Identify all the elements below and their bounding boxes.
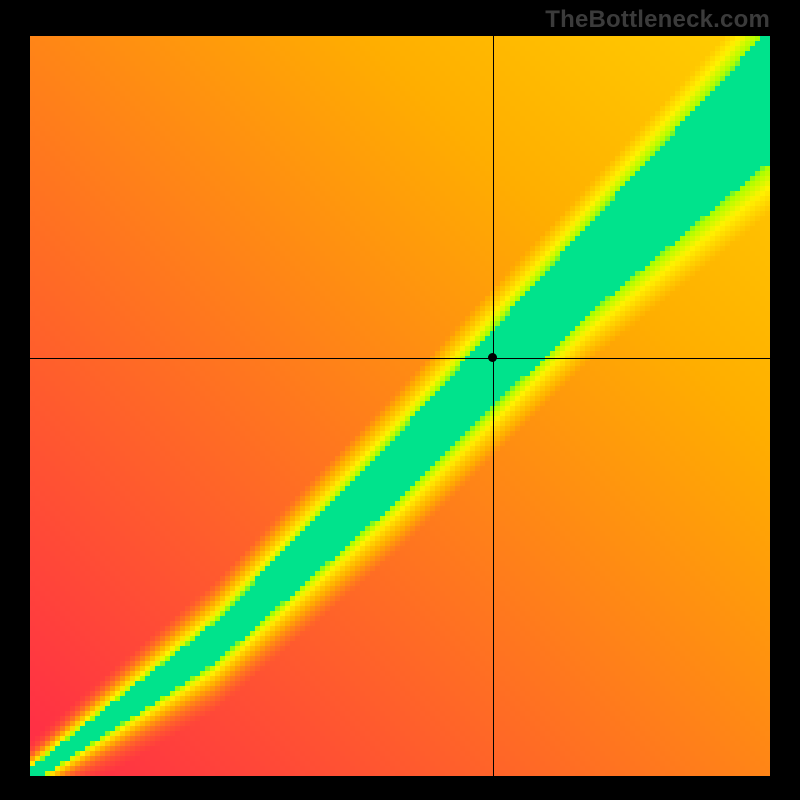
crosshair-vertical [493, 36, 494, 776]
plot-area [30, 36, 770, 776]
heatmap-canvas [30, 36, 770, 776]
watermark-text: TheBottleneck.com [545, 6, 770, 34]
chart-frame: TheBottleneck.com [0, 0, 800, 800]
crosshair-horizontal [30, 358, 770, 359]
